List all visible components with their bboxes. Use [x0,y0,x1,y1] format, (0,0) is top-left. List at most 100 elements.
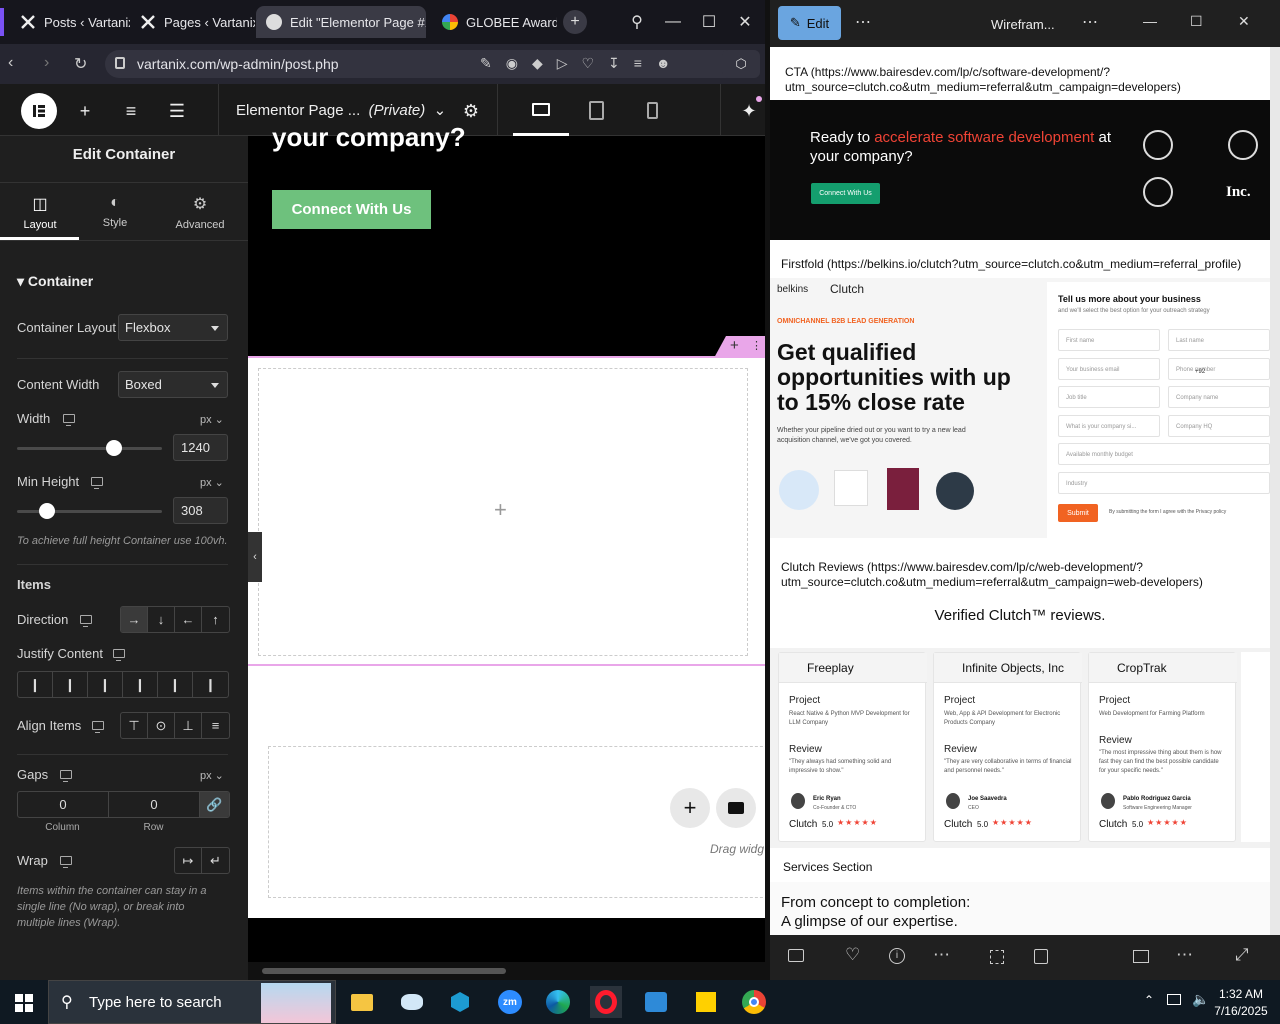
notifications-icon[interactable]: ✦ [738,100,760,122]
edge-icon[interactable] [542,986,574,1018]
width-input[interactable]: 1240 [173,434,228,461]
add-element-icon[interactable]: + [74,100,96,122]
visual-search-icon[interactable] [990,950,1004,964]
min-height-unit-select[interactable]: px ⌄ [200,476,224,489]
content-width-select[interactable]: Boxed [118,371,228,398]
slider-handle[interactable] [106,440,122,456]
chevron-up-icon[interactable]: ⌃ [1144,993,1154,1007]
more-options-icon[interactable]: ⋯ [855,12,871,32]
width-unit-select[interactable]: px ⌄ [200,413,224,426]
close-icon[interactable]: ✕ [1238,13,1250,30]
drop-zone[interactable] [268,746,788,898]
page-settings-icon[interactable]: ⚙ [460,100,482,122]
back-icon[interactable]: ‹ [8,54,13,72]
opera-icon[interactable] [590,986,622,1018]
url-field[interactable]: vartanix.com/wp-admin/post.php ✎◉◆▷♡↧≡☻ [105,50,760,78]
new-tab-button[interactable]: + [563,10,587,34]
container-handle[interactable]: + ⋮⋮ [714,336,766,358]
tablet-icon[interactable] [589,101,604,120]
network-icon[interactable] [1167,994,1181,1005]
tab-pages[interactable]: Pages ‹ Vartanix – [130,6,255,38]
gap-column-input[interactable]: 0 [18,792,109,817]
search-tabs-icon[interactable]: ⚲ [625,10,649,34]
slider-handle[interactable] [39,503,55,519]
more-options-icon[interactable]: ⋯ [1082,12,1098,32]
file-explorer-icon[interactable] [346,986,378,1018]
windows-start-icon[interactable] [15,994,33,1012]
address-toolbar-icons[interactable]: ✎◉◆▷♡↧≡☻ [480,55,685,72]
responsive-desktop-icon[interactable] [63,414,75,426]
photos-icon[interactable] [640,986,672,1018]
justify-start-icon[interactable]: ❙ [18,672,53,697]
wrap-icon[interactable]: ↵ [202,848,229,873]
responsive-desktop-icon[interactable] [80,615,92,627]
filmstrip-icon[interactable] [788,949,804,962]
align-start-icon[interactable]: ⊤ [121,713,148,738]
template-library-button[interactable] [716,788,756,828]
copy-text-icon[interactable] [1034,949,1048,964]
elementor-logo[interactable] [21,93,57,129]
tab-posts[interactable]: Posts ‹ Vartanix — [10,6,130,38]
expand-icon[interactable]: ⤢ [1235,945,1249,965]
gaps-unit-select[interactable]: px ⌄ [200,769,224,782]
collapse-panel-button[interactable]: ‹ [248,532,262,582]
tab-advanced[interactable]: ⚙ Advanced [160,194,240,231]
close-icon[interactable]: ✕ [733,10,757,34]
edit-button[interactable]: ✎ Edit [778,6,841,40]
link-icon[interactable]: 🔗 [200,792,229,817]
volume-icon[interactable]: 🔈 [1192,991,1209,1008]
mobile-icon[interactable] [647,102,658,119]
align-stretch-icon[interactable]: ≡ [202,713,229,738]
align-end-icon[interactable]: ⊥ [175,713,202,738]
arrow-left-icon[interactable]: ← [175,607,202,632]
empty-container-dropzone[interactable]: + [258,368,748,656]
viewer-scrollbar[interactable] [1270,47,1280,935]
zoom-icon[interactable]: zm [494,986,526,1018]
sticky-notes-icon[interactable] [690,986,722,1018]
maximize-icon[interactable]: ☐ [697,10,721,34]
justify-space-evenly-icon[interactable]: ❙ [193,672,228,697]
maximize-icon[interactable]: ☐ [1190,13,1203,30]
minimize-icon[interactable]: — [1143,13,1157,29]
selected-container[interactable]: + [248,356,765,666]
structure-icon[interactable]: ☰ [166,100,188,122]
responsive-desktop-icon[interactable] [92,721,104,733]
desktop-view-tab[interactable] [513,84,569,136]
page-title[interactable]: Elementor Page ... (Private) ⌄ [236,101,446,119]
site-settings-icon[interactable]: ≡ [120,100,142,122]
add-element-plus-icon[interactable]: + [494,497,507,523]
responsive-desktop-icon[interactable] [113,649,125,661]
min-height-slider[interactable] [17,503,162,519]
no-wrap-icon[interactable]: ↦ [175,848,202,873]
tab-style[interactable]: ◐ Style [75,194,155,229]
info-icon[interactable]: i [889,948,905,964]
scrollbar-thumb[interactable] [262,968,506,974]
justify-space-around-icon[interactable]: ❙ [158,672,193,697]
connect-with-us-button[interactable]: Connect With Us [272,190,431,229]
justify-end-icon[interactable]: ❙ [88,672,123,697]
tab-layout[interactable]: ◫ Layout [0,194,80,231]
minimize-icon[interactable]: — [661,10,685,34]
taskbar-search[interactable]: ⚲ Type here to search [48,980,336,1024]
paint-app-icon[interactable] [396,986,428,1018]
justify-center-icon[interactable]: ❙ [53,672,88,697]
chrome-icon[interactable] [738,986,770,1018]
more-options-icon[interactable]: ⋯ [933,945,950,965]
tab-elementor-edit[interactable]: Edit "Elementor Page #10 [256,6,426,38]
favorite-icon[interactable]: ♡ [845,945,860,965]
justify-space-between-icon[interactable]: ❙ [123,672,158,697]
arrow-right-icon[interactable]: → [121,607,148,632]
forward-icon[interactable]: › [44,54,49,72]
arrow-down-icon[interactable]: ↓ [148,607,175,632]
fit-to-window-icon[interactable] [1133,950,1149,963]
clock[interactable]: 1:32 AM 7/16/2025 [1212,986,1270,1020]
section-toggle[interactable]: ▾ Container [17,273,93,290]
cta-heading-fragment[interactable]: your company? [272,122,466,153]
arrow-up-icon[interactable]: ↑ [202,607,229,632]
min-height-input[interactable]: 308 [173,497,228,524]
reload-icon[interactable]: ↻ [74,54,87,74]
width-slider[interactable] [17,440,162,456]
container-layout-select[interactable]: Flexbox [118,314,228,341]
more-options-icon[interactable]: ⋯ [1176,945,1193,965]
horizontal-scrollbar[interactable] [248,962,765,980]
